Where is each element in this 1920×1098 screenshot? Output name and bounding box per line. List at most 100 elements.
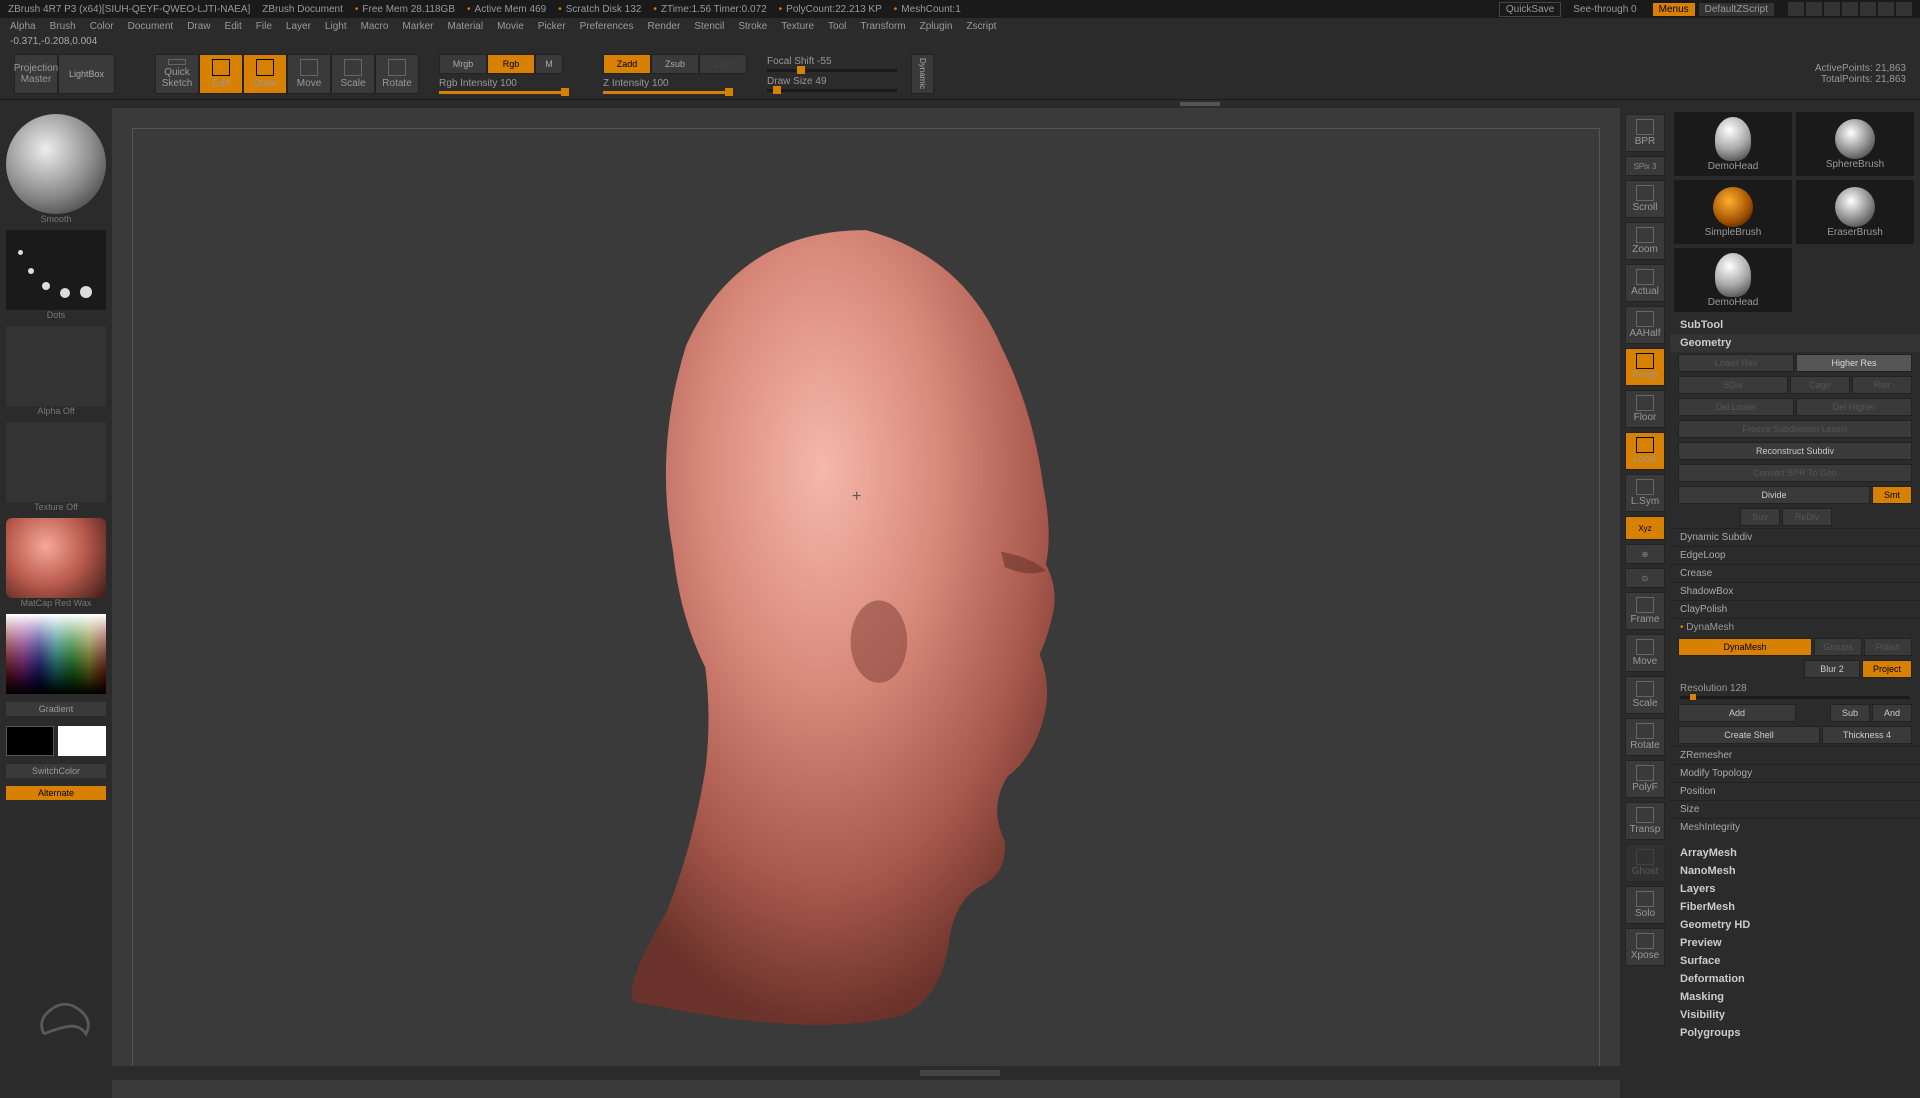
section-surface[interactable]: Surface (1670, 952, 1920, 970)
menu-stroke[interactable]: Stroke (738, 21, 767, 32)
move-button[interactable]: Move (287, 54, 331, 94)
menu-zscript[interactable]: Zscript (966, 21, 996, 32)
sdiv-slider[interactable]: SDiv (1678, 376, 1788, 394)
lsym-button[interactable]: L.Sym (1625, 474, 1665, 512)
cage-button[interactable]: Cage (1790, 376, 1850, 394)
ghost-button[interactable]: Ghost (1625, 844, 1665, 882)
section-position[interactable]: Position (1670, 782, 1920, 800)
dynamesh-button[interactable]: DynaMesh (1678, 638, 1812, 656)
section-geometryhd[interactable]: Geometry HD (1670, 916, 1920, 934)
menu-document[interactable]: Document (128, 21, 174, 32)
xyz-button[interactable]: Xyz (1625, 516, 1665, 540)
lower-res-button[interactable]: Lower Res (1678, 354, 1794, 372)
section-preview[interactable]: Preview (1670, 934, 1920, 952)
section-visibility[interactable]: Visibility (1670, 1006, 1920, 1024)
draw-size-slider[interactable]: Draw Size 49 (767, 76, 897, 92)
section-dynamesh[interactable]: • DynaMesh (1670, 618, 1920, 636)
menu-alpha[interactable]: Alpha (10, 21, 36, 32)
section-modify-topology[interactable]: Modify Topology (1670, 764, 1920, 782)
rediv-button[interactable]: ReDiv (1782, 508, 1832, 526)
menu-light[interactable]: Light (325, 21, 347, 32)
zadd-button[interactable]: Zadd (603, 54, 651, 74)
mrgb-button[interactable]: Mrgb (439, 54, 487, 74)
seethrough-slider[interactable]: See-through 0 (1573, 4, 1636, 15)
floor-button[interactable]: Floor (1625, 390, 1665, 428)
tool-demohead[interactable]: DemoHead (1674, 112, 1792, 176)
divide-button[interactable]: Divide (1678, 486, 1870, 504)
section-polygroups[interactable]: Polygroups (1670, 1024, 1920, 1042)
quicksave-button[interactable]: QuickSave (1499, 2, 1561, 17)
close-button[interactable] (1896, 2, 1912, 16)
aahalf-button[interactable]: AAHalf (1625, 306, 1665, 344)
section-shadowbox[interactable]: ShadowBox (1670, 582, 1920, 600)
bpr-button[interactable]: BPR (1625, 114, 1665, 152)
viewport[interactable]: + (112, 108, 1620, 1098)
section-dynamic-subdiv[interactable]: Dynamic Subdiv (1670, 528, 1920, 546)
menu-picker[interactable]: Picker (538, 21, 566, 32)
section-masking[interactable]: Masking (1670, 988, 1920, 1006)
and-button[interactable]: And (1872, 704, 1912, 722)
rstr-button[interactable]: Rstr (1852, 376, 1912, 394)
lightbox-button[interactable]: LightBox (58, 54, 115, 94)
draw-button[interactable]: Draw (243, 54, 287, 94)
texture-selector[interactable]: Texture Off (6, 422, 106, 512)
section-deformation[interactable]: Deformation (1670, 970, 1920, 988)
menu-color[interactable]: Color (90, 21, 114, 32)
rt-move-button[interactable]: Move (1625, 634, 1665, 672)
section-zremesher[interactable]: ZRemesher (1670, 746, 1920, 764)
frame-button[interactable]: Frame (1625, 592, 1665, 630)
polish-toggle[interactable]: Polish (1864, 638, 1912, 656)
rgb-intensity-slider[interactable]: Rgb Intensity 100 (439, 78, 569, 94)
zcut-button[interactable]: Zcut (699, 54, 747, 74)
menu-draw[interactable]: Draw (187, 21, 210, 32)
menus-toggle[interactable]: Menus (1653, 3, 1695, 16)
section-size[interactable]: Size (1670, 800, 1920, 818)
window-button-2[interactable] (1806, 2, 1822, 16)
switchcolor-button[interactable]: SwitchColor (6, 764, 106, 778)
del-lower-button[interactable]: Del Lower (1678, 398, 1794, 416)
project-toggle[interactable]: Project (1862, 660, 1912, 678)
del-higher-button[interactable]: Del Higher (1796, 398, 1912, 416)
actual-button[interactable]: Actual (1625, 264, 1665, 302)
section-subtool[interactable]: SubTool (1670, 316, 1920, 334)
section-arraymesh[interactable]: ArrayMesh (1670, 844, 1920, 862)
maximize-button[interactable] (1878, 2, 1894, 16)
menu-material[interactable]: Material (448, 21, 484, 32)
section-geometry[interactable]: Geometry (1670, 334, 1920, 352)
section-edgeloop[interactable]: EdgeLoop (1670, 546, 1920, 564)
default-script[interactable]: DefaultZScript (1699, 3, 1774, 16)
freeze-subdiv-button[interactable]: Freeze Subdivision Levels (1678, 420, 1912, 438)
menu-stencil[interactable]: Stencil (694, 21, 724, 32)
menu-preferences[interactable]: Preferences (580, 21, 634, 32)
sub-button[interactable]: Sub (1830, 704, 1870, 722)
section-claypolish[interactable]: ClayPolish (1670, 600, 1920, 618)
xpose-button[interactable]: Xpose (1625, 928, 1665, 966)
blur-slider[interactable]: Blur 2 (1804, 660, 1860, 678)
window-button-3[interactable] (1824, 2, 1840, 16)
higher-res-button[interactable]: Higher Res (1796, 354, 1912, 372)
edit-button[interactable]: Edit (199, 54, 243, 94)
section-fibermesh[interactable]: FiberMesh (1670, 898, 1920, 916)
menu-brush[interactable]: Brush (50, 21, 76, 32)
suv-toggle[interactable]: Suv (1740, 508, 1780, 526)
menu-tool[interactable]: Tool (828, 21, 846, 32)
section-crease[interactable]: Crease (1670, 564, 1920, 582)
window-button-1[interactable] (1788, 2, 1804, 16)
m-button[interactable]: M (535, 54, 563, 74)
menu-texture[interactable]: Texture (781, 21, 814, 32)
menu-render[interactable]: Render (648, 21, 681, 32)
menu-file[interactable]: File (256, 21, 272, 32)
material-selector[interactable]: MatCap Red Wax (6, 518, 106, 608)
rt-scale-button[interactable]: Scale (1625, 676, 1665, 714)
tool-spherebrush[interactable]: SphereBrush (1796, 112, 1914, 176)
gradient-button[interactable]: Gradient (6, 702, 106, 716)
local-button[interactable]: Local (1625, 432, 1665, 470)
menu-macro[interactable]: Macro (361, 21, 389, 32)
secondary-color-swatch[interactable] (6, 726, 54, 756)
create-shell-button[interactable]: Create Shell (1678, 726, 1820, 744)
tool-simplebrush[interactable]: SimpleBrush (1674, 180, 1792, 244)
polyf-button[interactable]: PolyF (1625, 760, 1665, 798)
tool-eraserbrush[interactable]: EraserBrush (1796, 180, 1914, 244)
zoom-button[interactable]: Zoom (1625, 222, 1665, 260)
scale-button[interactable]: Scale (331, 54, 375, 94)
